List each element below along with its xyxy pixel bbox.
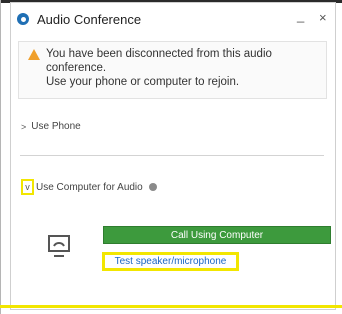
title-bar: Audio Conference _ ×: [11, 3, 335, 35]
use-phone-option[interactable]: > Use Phone: [21, 121, 81, 132]
test-speaker-microphone-link[interactable]: Test speaker/microphone: [102, 252, 239, 271]
section-divider: [20, 155, 324, 156]
window-title: Audio Conference: [37, 12, 142, 27]
chevron-down-icon[interactable]: v: [21, 179, 34, 195]
warning-icon: [28, 49, 40, 60]
minimize-button[interactable]: _: [297, 8, 304, 23]
use-computer-label[interactable]: Use Computer for Audio: [36, 182, 143, 193]
audio-conference-window: Audio Conference _ × You have been disco…: [10, 2, 336, 310]
computer-audio-icon: [48, 235, 70, 257]
call-using-computer-button[interactable]: Call Using Computer: [103, 226, 331, 244]
info-icon[interactable]: [148, 183, 157, 191]
bottom-highlight-bar: [0, 305, 342, 308]
chevron-right-icon: >: [21, 121, 27, 132]
alert-line-1: You have been disconnected from this aud…: [46, 48, 272, 74]
close-button[interactable]: ×: [319, 10, 327, 25]
alert-message: You have been disconnected from this aud…: [46, 47, 322, 89]
disconnected-alert: You have been disconnected from this aud…: [18, 41, 327, 99]
screen-left-border: [0, 0, 1, 314]
use-phone-label: Use Phone: [31, 121, 81, 132]
alert-line-2: Use your phone or computer to rejoin.: [46, 76, 240, 88]
audio-conference-icon: [17, 13, 29, 25]
use-computer-option: v Use Computer for Audio: [21, 178, 157, 196]
